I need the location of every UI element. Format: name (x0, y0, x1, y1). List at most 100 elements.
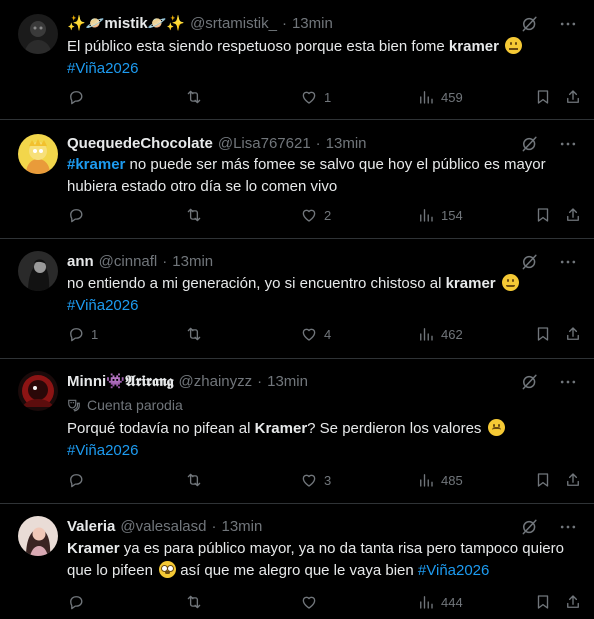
theater-masks-icon (68, 399, 80, 412)
like-button[interactable]: 1 (300, 88, 331, 106)
text-segment: ? Se perdieron los valores (307, 420, 486, 437)
more-icon[interactable] (558, 14, 578, 34)
hashtag-link[interactable]: #Viña2026 (67, 442, 138, 459)
retweet-button[interactable] (185, 88, 209, 106)
retweet-button[interactable] (185, 471, 209, 489)
grok-icon[interactable] (520, 14, 540, 34)
views-icon (417, 593, 435, 611)
bookmark-button[interactable] (534, 593, 552, 611)
display-name[interactable]: ann (67, 253, 94, 270)
share-button[interactable] (564, 471, 582, 489)
user-handle[interactable]: @zhainyzz (179, 373, 253, 390)
tweet[interactable]: Valeria @valesalasd · 13min Kramer ya es… (0, 504, 594, 619)
views-button[interactable]: 459 (417, 88, 463, 106)
retweet-icon (185, 325, 203, 343)
tweet[interactable]: ✨🪐mistik🪐✨ @srtamistik_ · 13min El públi… (0, 0, 594, 120)
reply-button[interactable] (67, 471, 91, 489)
share-button[interactable] (564, 325, 582, 343)
bookmark-button[interactable] (534, 88, 552, 106)
timestamp[interactable]: 13min (292, 15, 333, 32)
views-button[interactable]: 154 (417, 206, 463, 224)
reply-button[interactable] (67, 88, 91, 106)
reply-button[interactable]: 1 (67, 325, 98, 343)
user-handle[interactable]: @srtamistik_ (190, 15, 277, 32)
share-button[interactable] (564, 206, 582, 224)
bookmark-button[interactable] (534, 471, 552, 489)
retweet-icon (185, 471, 203, 489)
avatar[interactable] (18, 371, 58, 411)
bookmark-icon (534, 88, 552, 106)
like-count: 2 (324, 207, 332, 223)
user-handle[interactable]: @Lisa767621 (218, 135, 311, 152)
views-icon (417, 471, 435, 489)
timestamp[interactable]: 13min (326, 135, 367, 152)
grok-icon[interactable] (520, 517, 540, 537)
reply-icon (67, 325, 85, 343)
retweet-button[interactable] (185, 593, 209, 611)
like-button[interactable] (300, 593, 324, 611)
like-count: 1 (324, 89, 332, 105)
timestamp[interactable]: 13min (172, 253, 213, 270)
reply-button[interactable] (67, 593, 91, 611)
avatar[interactable] (18, 14, 58, 54)
views-button[interactable]: 444 (417, 593, 463, 611)
share-button[interactable] (564, 593, 582, 611)
retweet-button[interactable] (185, 325, 209, 343)
reply-button[interactable] (67, 206, 91, 224)
more-icon[interactable] (558, 134, 578, 154)
mention-keyword: Kramer (254, 420, 308, 437)
tweet[interactable]: QuequedeChocolate @Lisa767621 · 13min #k… (0, 120, 594, 239)
display-name[interactable]: QuequedeChocolate (67, 135, 213, 152)
like-count: 3 (324, 472, 332, 488)
neutral-face-emoji (505, 37, 523, 54)
view-count: 485 (441, 472, 463, 488)
timestamp[interactable]: 13min (222, 518, 263, 535)
like-icon (300, 325, 318, 343)
user-handle[interactable]: @valesalasd (120, 518, 206, 535)
user-handle[interactable]: @cinnafl (99, 253, 158, 270)
avatar[interactable] (18, 134, 58, 174)
tweet[interactable]: Minni👾𝕬𝖗𝖎𝖗𝖆𝖓𝖌 @zhainyzz · 13min Cuenta p… (0, 359, 594, 504)
hashtag-link[interactable]: #Viña2026 (67, 297, 138, 314)
tweet-text: no entiendo a mi generación, yo si encue… (67, 273, 574, 317)
like-button[interactable]: 3 (300, 471, 331, 489)
timestamp[interactable]: 13min (267, 373, 308, 390)
more-icon[interactable] (558, 372, 578, 392)
grok-icon[interactable] (520, 134, 540, 154)
more-icon[interactable] (558, 517, 578, 537)
like-button[interactable]: 2 (300, 206, 331, 224)
views-button[interactable]: 485 (417, 471, 463, 489)
hashtag-link[interactable]: #Viña2026 (418, 562, 489, 579)
timeline-feed: ✨🪐mistik🪐✨ @srtamistik_ · 13min El públi… (0, 0, 594, 619)
avatar[interactable] (18, 251, 58, 291)
text-segment: no entiendo a mi generación, yo si encue… (67, 275, 446, 292)
separator-dot: · (281, 14, 287, 32)
share-icon (564, 593, 582, 611)
hashtag-link[interactable]: #Viña2026 (67, 60, 138, 77)
more-icon[interactable] (558, 252, 578, 272)
bookmark-button[interactable] (534, 206, 552, 224)
views-button[interactable]: 462 (417, 325, 463, 343)
bookmark-icon (534, 593, 552, 611)
view-count: 444 (441, 594, 463, 610)
bookmark-icon (534, 206, 552, 224)
hashtag-link[interactable]: #kramer (67, 156, 125, 173)
bookmark-button[interactable] (534, 325, 552, 343)
views-icon (417, 88, 435, 106)
display-name[interactable]: Valeria (67, 518, 115, 535)
avatar[interactable] (18, 516, 58, 556)
share-button[interactable] (564, 88, 582, 106)
reply-icon (67, 206, 85, 224)
tweet-text: El público esta siendo respetuoso porque… (67, 36, 574, 80)
grok-icon[interactable] (520, 252, 540, 272)
tweet-text: Porqué todavía no pifean al Kramer? Se p… (67, 418, 574, 462)
grok-icon[interactable] (520, 372, 540, 392)
mention-keyword: Kramer (67, 540, 120, 557)
like-button[interactable]: 4 (300, 325, 331, 343)
display-name[interactable]: Minni👾𝕬𝖗𝖎𝖗𝖆𝖓𝖌 (67, 372, 174, 390)
display-name[interactable]: ✨🪐mistik🪐✨ (67, 14, 185, 32)
reply-count: 1 (91, 326, 99, 342)
tweet[interactable]: ann @cinnafl · 13min no entiendo a mi ge… (0, 239, 594, 359)
retweet-button[interactable] (185, 206, 209, 224)
parody-label: Cuenta parodia (67, 395, 183, 415)
